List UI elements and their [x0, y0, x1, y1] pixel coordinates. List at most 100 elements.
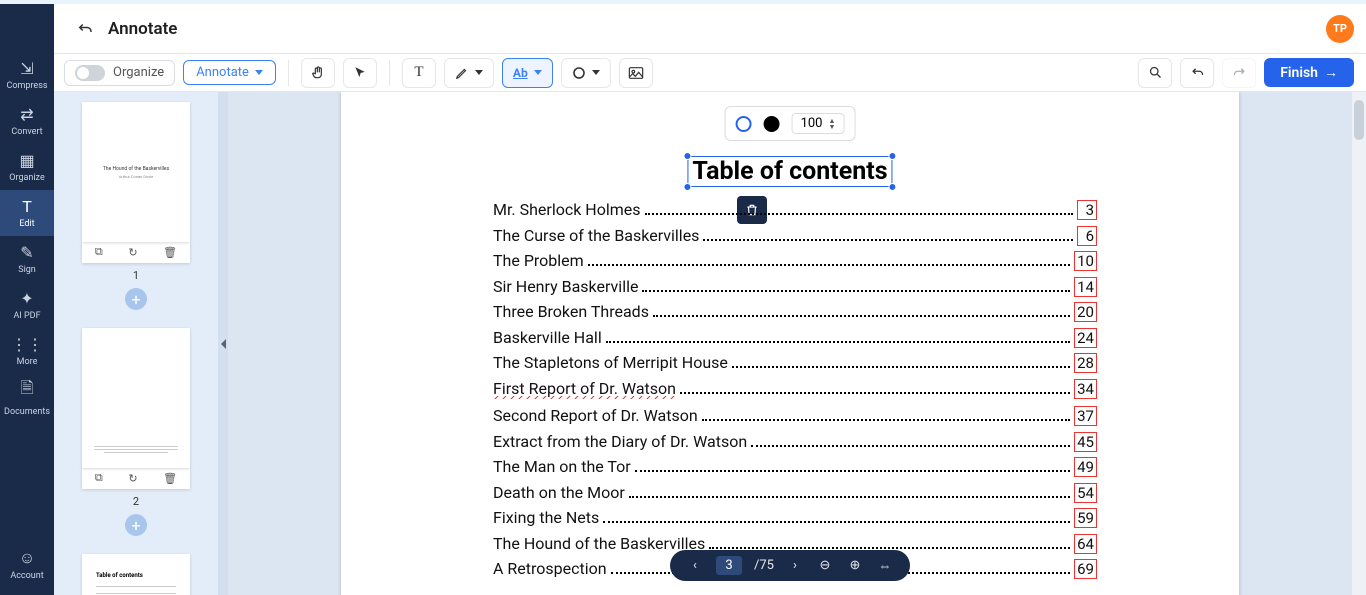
- thumbnail-panel: The Hound of the Baskervilles Arthur Con…: [54, 92, 218, 595]
- rail-more[interactable]: ⋮⋮More: [0, 328, 54, 374]
- trash-icon[interactable]: 🗑: [163, 472, 177, 485]
- caret-down-icon: [475, 70, 483, 75]
- opacity-toolbar: 100 ▲▼: [725, 106, 856, 141]
- toc-row: Baskerville Hall24: [493, 328, 1097, 348]
- switch-icon: [75, 65, 105, 81]
- stepper-icon[interactable]: ▲▼: [828, 118, 835, 130]
- toc-leader-dots: [703, 239, 1073, 241]
- rail-account[interactable]: ☺Account: [0, 541, 54, 587]
- rail-edit[interactable]: TEdit: [0, 190, 54, 236]
- resize-handle[interactable]: [683, 152, 691, 160]
- search-button[interactable]: [1138, 58, 1172, 88]
- caret-down-icon: [534, 70, 542, 75]
- duplicate-icon[interactable]: ⧉: [95, 471, 103, 485]
- finish-button[interactable]: Finish→: [1264, 58, 1354, 87]
- add-page-button[interactable]: +: [125, 288, 147, 310]
- thumbnail-number: 1: [133, 269, 139, 282]
- resize-handle[interactable]: [683, 183, 691, 191]
- redo-button[interactable]: [1222, 58, 1256, 88]
- toc-leader-dots: [645, 213, 1073, 215]
- next-page-button[interactable]: ›: [786, 558, 804, 573]
- image-tool[interactable]: [619, 58, 653, 88]
- toc-leader-dots: [635, 470, 1070, 472]
- select-tool[interactable]: [343, 58, 377, 88]
- toc-chapter: The Stapletons of Merripit House: [493, 353, 728, 372]
- draw-tool[interactable]: [444, 58, 494, 88]
- toc-row: First Report of Dr. Watson34: [493, 379, 1097, 401]
- toc-row: Second Report of Dr. Watson 37: [493, 406, 1097, 426]
- toc-row: Sir Henry Baskerville14: [493, 277, 1097, 297]
- toc-page-number: 59: [1074, 508, 1097, 528]
- pan-tool[interactable]: [301, 58, 335, 88]
- thumbnail-actions: ⧉ ↻ 🗑: [82, 467, 190, 489]
- toc-chapter: The Curse of the Baskervilles: [493, 226, 699, 245]
- organize-toggle[interactable]: Organize: [64, 60, 175, 86]
- document-page[interactable]: 100 ▲▼ Table of contents Mr. Sherlock Ho…: [341, 92, 1239, 595]
- rail-aipdf[interactable]: ✦AI PDF: [0, 282, 54, 328]
- zoom-in-button[interactable]: ⊕: [846, 558, 864, 573]
- fill-color-icon[interactable]: [764, 116, 780, 132]
- toc-page-number: 64: [1074, 534, 1097, 554]
- chevron-left-icon: [221, 339, 226, 349]
- annotate-dropdown[interactable]: Annotate: [183, 60, 276, 85]
- shape-tool[interactable]: [561, 58, 611, 88]
- text-edit-icon: T: [22, 197, 32, 216]
- toc-page-number: 37: [1074, 406, 1097, 426]
- thumbnail-page-2[interactable]: [82, 328, 190, 468]
- ai-icon: ✦: [20, 289, 33, 308]
- undo-button[interactable]: [1180, 58, 1214, 88]
- vertical-scrollbar[interactable]: [1352, 92, 1366, 595]
- header: Annotate TP: [0, 4, 1366, 54]
- trash-icon[interactable]: 🗑: [163, 246, 177, 259]
- toc-leader-dots: [606, 341, 1070, 343]
- toc-chapter: The Hound of the Baskervilles: [493, 534, 705, 553]
- toc-page-number: 54: [1074, 483, 1097, 503]
- thumbnail-actions: ⧉ ↻ 🗑: [82, 241, 190, 263]
- fit-width-button[interactable]: ⇔: [876, 558, 894, 574]
- duplicate-icon[interactable]: ⧉: [95, 245, 103, 259]
- sign-icon: ✎: [20, 243, 33, 262]
- rail-sign[interactable]: ✎Sign: [0, 236, 54, 282]
- rotate-icon[interactable]: ↻: [128, 246, 137, 259]
- toc-page-number: 45: [1074, 432, 1097, 452]
- toc-page-number: 3: [1077, 200, 1097, 220]
- page-input[interactable]: [716, 556, 742, 575]
- add-page-button[interactable]: +: [125, 514, 147, 536]
- toc-row: The Man on the Tor49: [493, 457, 1097, 477]
- compress-icon: ⇲: [20, 59, 33, 78]
- collapse-sidebar[interactable]: [218, 92, 228, 595]
- divider: [288, 60, 289, 86]
- divider: [389, 60, 390, 86]
- toc-row: Fixing the Nets59: [493, 508, 1097, 528]
- thumbnail-page-3[interactable]: Table of contents: [82, 554, 190, 595]
- resize-handle[interactable]: [889, 152, 897, 160]
- toc-leader-dots: [702, 419, 1070, 421]
- toc-leader-dots: [709, 547, 1070, 549]
- rail-compress[interactable]: ⇲Compress: [0, 52, 54, 98]
- rail-organize[interactable]: ▦Organize: [0, 144, 54, 190]
- avatar[interactable]: TP: [1326, 15, 1354, 43]
- zoom-out-button[interactable]: ⊖: [816, 558, 834, 573]
- toolbar: Organize Annotate T Ab Finish→: [0, 54, 1366, 92]
- prev-page-button[interactable]: ‹: [686, 558, 704, 573]
- toc-chapter: Mr. Sherlock Holmes: [493, 200, 641, 219]
- opacity-input[interactable]: 100 ▲▼: [792, 113, 845, 134]
- back-button[interactable]: [72, 16, 98, 42]
- toc-chapter: Second Report of Dr. Watson: [493, 406, 698, 425]
- toc-leader-dots: [588, 264, 1070, 266]
- selected-text-annotation[interactable]: Table of contents: [687, 156, 892, 187]
- toc-page-number: 34: [1074, 379, 1097, 399]
- highlight-tool[interactable]: Ab: [502, 58, 553, 88]
- resize-handle[interactable]: [889, 183, 897, 191]
- text-tool[interactable]: T: [402, 58, 436, 88]
- stroke-color-icon[interactable]: [736, 116, 752, 132]
- rail-convert[interactable]: ⇄Convert: [0, 98, 54, 144]
- account-icon: ☺: [19, 548, 35, 568]
- toc-chapter: Sir Henry Baskerville: [493, 277, 638, 296]
- thumbnail-page-1[interactable]: The Hound of the Baskervilles Arthur Con…: [82, 102, 190, 242]
- rotate-icon[interactable]: ↻: [128, 472, 137, 485]
- toc-row: Death on the Moor54: [493, 483, 1097, 503]
- toc-leader-dots: [629, 496, 1070, 498]
- toc-page-number: 6: [1077, 226, 1097, 246]
- rail-documents[interactable]: 🗎Documents: [0, 374, 54, 420]
